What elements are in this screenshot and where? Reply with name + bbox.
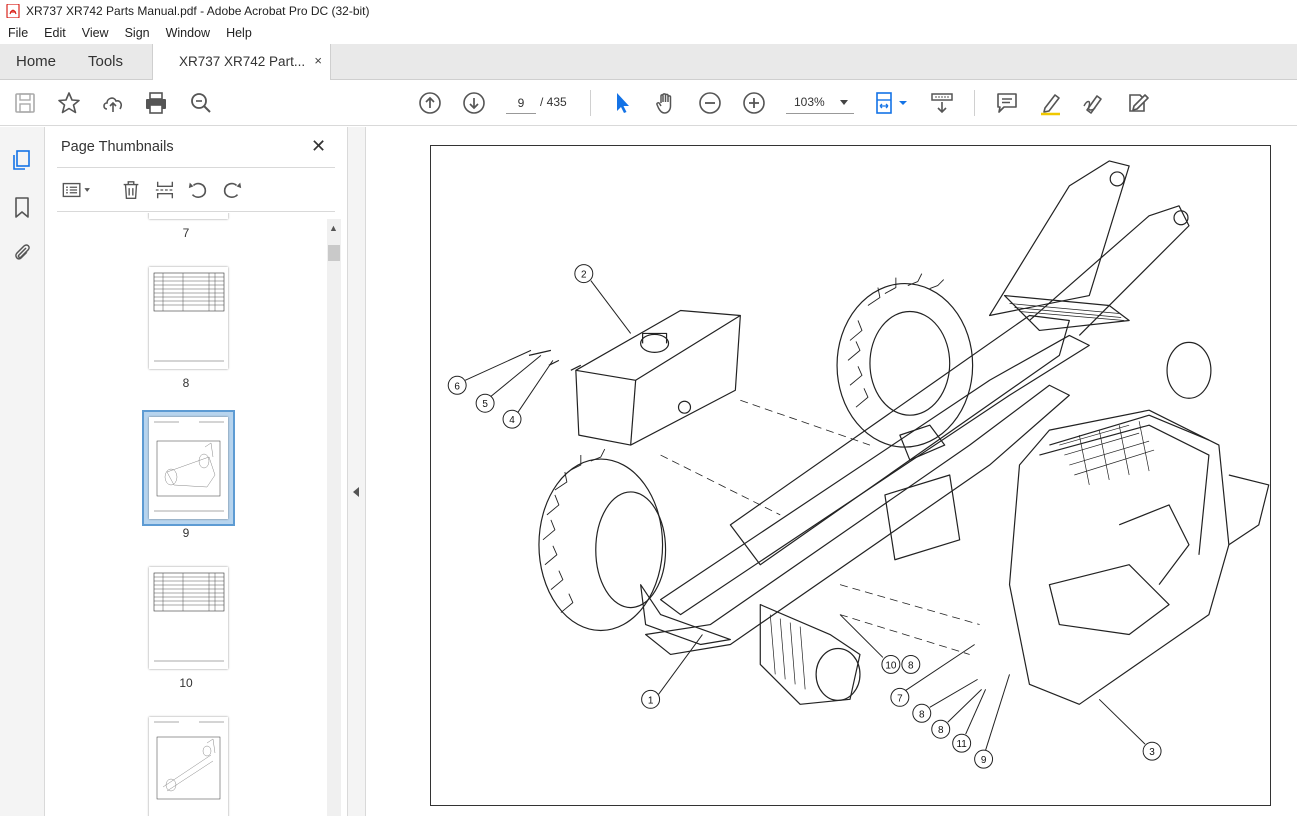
thumbnail-label: 8	[182, 376, 190, 390]
rotate-clockwise-icon[interactable]	[221, 179, 245, 203]
highlight-pen-icon[interactable]	[1038, 90, 1064, 116]
page-thumbnail[interactable]	[149, 717, 228, 816]
rotate-counterclockwise-icon[interactable]	[187, 179, 211, 203]
menu-edit[interactable]: Edit	[36, 26, 74, 40]
main-toolbar: / 435 103%	[0, 80, 1297, 126]
page-thumbnails-icon[interactable]	[10, 148, 36, 174]
scroll-up-icon[interactable]: ▲	[329, 223, 338, 233]
callout-10: 10	[885, 660, 897, 671]
callout-2: 2	[581, 270, 587, 281]
exploded-parts-drawing: 1 2 3 4 5 6 7 8 8 8 9 10 11	[447, 160, 1270, 769]
tab-bar: Home Tools XR737 XR742 Part... ×	[0, 44, 1297, 81]
previous-page-icon[interactable]	[417, 90, 443, 116]
thumbnail-scrollbar[interactable]: ▲	[327, 219, 341, 816]
page-thumbnail[interactable]	[149, 267, 228, 369]
acrobat-app-icon	[6, 4, 20, 18]
thumbnail-list[interactable]: 7 8 9 10	[45, 213, 327, 816]
save-icon[interactable]	[12, 90, 38, 116]
callout-5: 5	[482, 399, 488, 410]
zoom-out-icon[interactable]	[697, 90, 723, 116]
page-total: / 435	[540, 95, 567, 109]
menu-window[interactable]: Window	[158, 26, 218, 40]
tab-document[interactable]: XR737 XR742 Part... ×	[152, 44, 331, 81]
select-cursor-icon[interactable]	[609, 90, 635, 116]
title-bar: XR737 XR742 Parts Manual.pdf - Adobe Acr…	[0, 0, 1297, 22]
panel-divider	[57, 167, 335, 168]
pdf-page: 1 2 3 4 5 6 7 8 8 8 9 10 11	[430, 145, 1271, 806]
page-fit-icon[interactable]	[873, 90, 913, 116]
bookmark-icon[interactable]	[10, 195, 36, 221]
panel-collapse-strip[interactable]	[348, 127, 366, 816]
left-rail	[0, 127, 45, 816]
callout-1: 1	[648, 695, 654, 706]
menu-help[interactable]: Help	[218, 26, 260, 40]
window-title: XR737 XR742 Parts Manual.pdf - Adobe Acr…	[26, 4, 370, 18]
attachment-icon[interactable]	[10, 240, 36, 266]
tab-home[interactable]: Home	[16, 53, 56, 70]
tab-close-icon[interactable]: ×	[314, 53, 322, 68]
scroll-mode-icon[interactable]	[929, 90, 955, 116]
panel-divider	[57, 211, 335, 212]
menu-sign[interactable]: Sign	[117, 26, 158, 40]
menu-file[interactable]: File	[0, 26, 36, 40]
hand-tool-icon[interactable]	[653, 90, 679, 116]
callout-8: 8	[919, 709, 925, 720]
cloud-upload-icon[interactable]	[100, 90, 126, 116]
comment-icon[interactable]	[994, 90, 1020, 116]
callout-3: 3	[1149, 747, 1155, 758]
thumbnail-label: 10	[179, 676, 193, 690]
callout-4: 4	[509, 415, 515, 426]
menu-bar: File Edit View Sign Window Help	[0, 22, 1297, 44]
callout-8: 8	[908, 660, 914, 671]
draw-pen-icon[interactable]	[1081, 90, 1107, 116]
document-view[interactable]: 1 2 3 4 5 6 7 8 8 8 9 10 11	[367, 127, 1297, 816]
star-icon[interactable]	[56, 90, 82, 116]
callout-7: 7	[897, 693, 903, 704]
page-thumbnail[interactable]	[149, 417, 228, 519]
toolbar-divider	[590, 90, 591, 116]
panel-title: Page Thumbnails	[61, 139, 174, 155]
page-thumbnails-panel: Page Thumbnails ✕ 7 8 9 10 ▲	[45, 127, 348, 816]
callout-8: 8	[938, 725, 944, 736]
zoom-value: 103%	[794, 95, 825, 109]
thumbnail-options-icon[interactable]	[60, 179, 96, 203]
chevron-down-icon	[840, 100, 848, 105]
callout-11: 11	[956, 739, 967, 750]
fill-sign-icon[interactable]	[1125, 90, 1151, 116]
scrollbar-thumb[interactable]	[328, 245, 340, 261]
thumbnail-label: 7	[182, 226, 190, 240]
page-number-input[interactable]	[506, 92, 536, 114]
tab-document-label: XR737 XR742 Part...	[179, 54, 306, 69]
menu-view[interactable]: View	[74, 26, 117, 40]
delete-page-icon[interactable]	[120, 179, 144, 203]
thumbnail-label: 9	[182, 526, 190, 540]
page-thumbnail[interactable]	[149, 567, 228, 669]
callout-6: 6	[454, 381, 460, 392]
page-thumbnail[interactable]	[149, 213, 228, 219]
toolbar-divider	[974, 90, 975, 116]
zoom-select[interactable]: 103%	[786, 92, 854, 114]
callout-9: 9	[981, 755, 987, 766]
zoom-in-icon[interactable]	[741, 90, 767, 116]
extract-page-icon[interactable]	[154, 179, 178, 203]
collapse-arrow-icon[interactable]	[353, 487, 359, 497]
tab-tools[interactable]: Tools	[88, 53, 123, 70]
next-page-icon[interactable]	[461, 90, 487, 116]
zoom-search-icon[interactable]	[188, 90, 214, 116]
print-icon[interactable]	[143, 90, 169, 116]
panel-close-icon[interactable]: ✕	[311, 136, 326, 157]
